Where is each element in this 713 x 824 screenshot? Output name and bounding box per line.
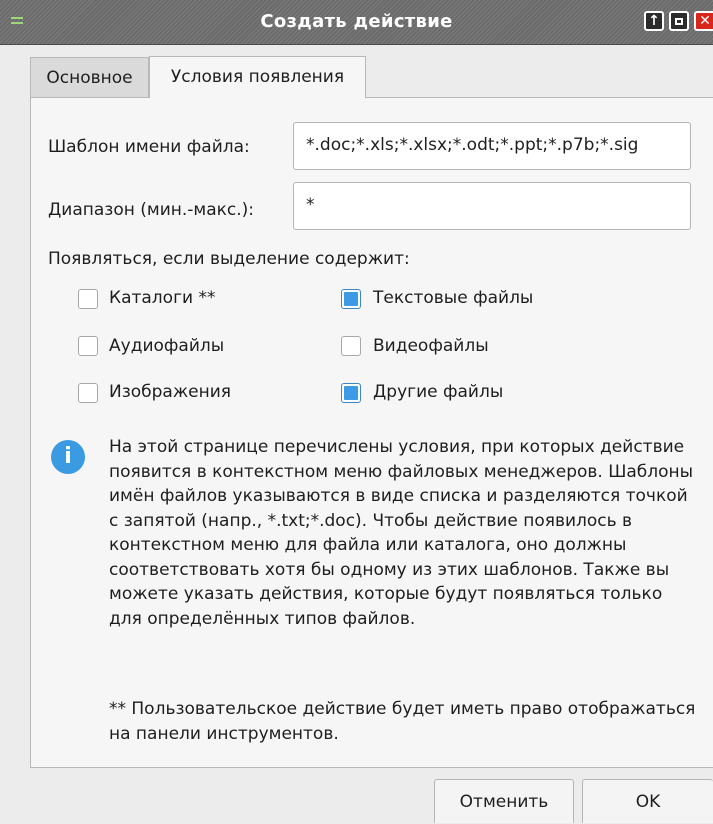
info-icon: i bbox=[51, 440, 85, 474]
titlebar[interactable]: Создать действие ↑ ✕ bbox=[0, 0, 713, 45]
checkbox-folders-label[interactable]: Каталоги ** bbox=[109, 288, 215, 308]
tab-basic[interactable]: Основное bbox=[30, 57, 149, 97]
range-input[interactable]: * bbox=[293, 182, 691, 230]
checkbox-audio-label[interactable]: Аудиофайлы bbox=[109, 336, 224, 356]
info-text: На этой странице перечислены условия, пр… bbox=[109, 437, 694, 629]
keep-above-icon[interactable]: ↑ bbox=[644, 11, 664, 31]
checkbox-text-files[interactable] bbox=[341, 289, 361, 309]
checkbox-audio[interactable] bbox=[78, 336, 98, 356]
ok-button[interactable]: OK bbox=[582, 779, 713, 823]
checkbox-images-label[interactable]: Изображения bbox=[109, 382, 231, 402]
checkbox-folders[interactable] bbox=[78, 289, 98, 309]
checkbox-other-files-label[interactable]: Другие файлы bbox=[373, 382, 503, 402]
checkbox-images[interactable] bbox=[78, 383, 98, 403]
checkbox-video-label[interactable]: Видеофайлы bbox=[373, 336, 489, 356]
filename-pattern-input[interactable]: *.doc;*.xls;*.xlsx;*.odt;*.ppt;*.p7b;*.s… bbox=[293, 122, 691, 170]
checkbox-other-files[interactable] bbox=[341, 383, 361, 403]
tab-appearance-conditions[interactable]: Условия появления bbox=[149, 56, 366, 98]
range-label: Диапазон (мин.-макс.): bbox=[48, 200, 255, 220]
info-note: ** Пользовательское действие будет иметь… bbox=[109, 699, 696, 744]
dialog-window: Создать действие ↑ ✕ Основное Условия по… bbox=[0, 0, 713, 823]
filename-pattern-label: Шаблон имени файла: bbox=[48, 137, 250, 157]
maximize-icon[interactable] bbox=[669, 11, 689, 31]
close-icon[interactable]: ✕ bbox=[694, 11, 713, 31]
window-title: Создать действие bbox=[260, 11, 453, 32]
appear-condition-label: Появляться, если выделение содержит: bbox=[48, 249, 410, 269]
checkbox-video[interactable] bbox=[341, 336, 361, 356]
cancel-button[interactable]: Отменить bbox=[434, 779, 574, 823]
checkbox-text-files-label[interactable]: Текстовые файлы bbox=[373, 288, 533, 308]
